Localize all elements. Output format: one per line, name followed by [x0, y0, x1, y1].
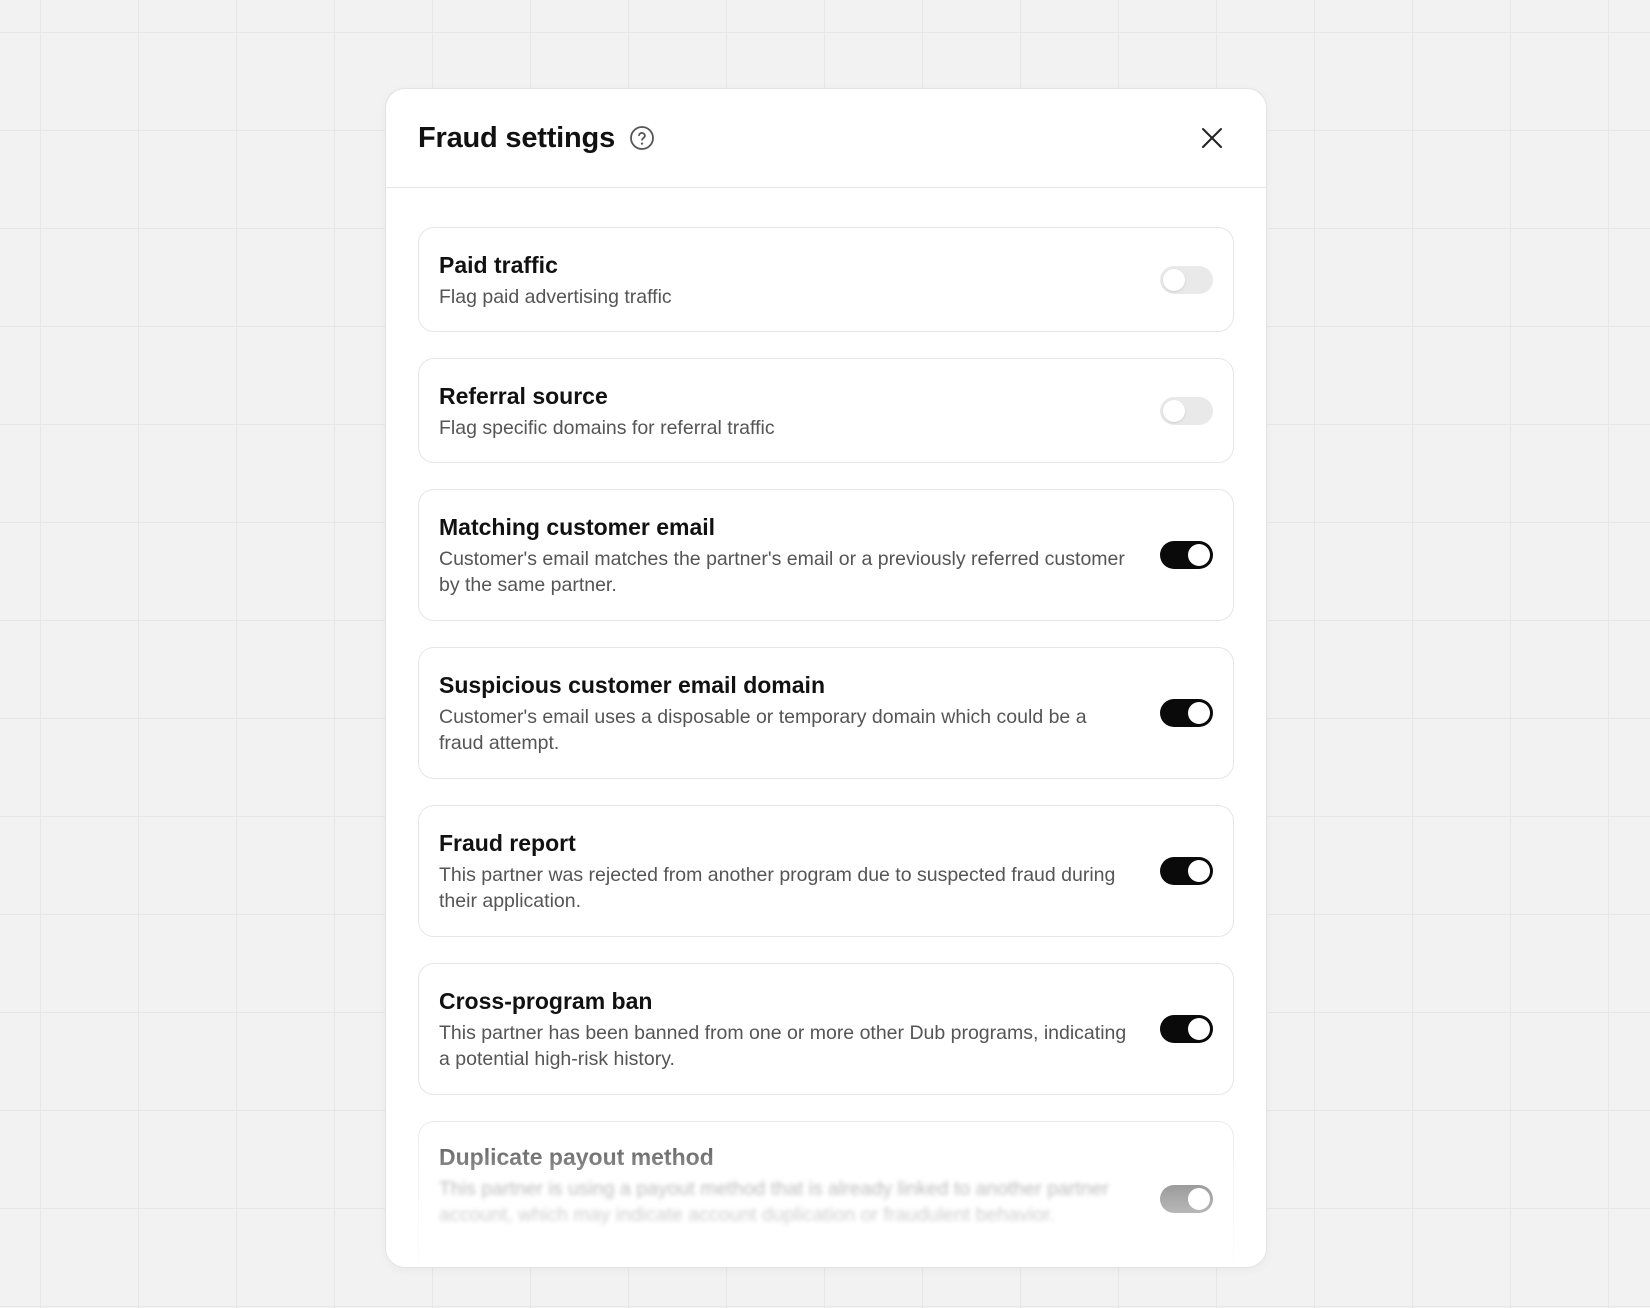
setting-title: Paid traffic — [439, 251, 558, 278]
setting-description: This partner is using a payout method th… — [439, 1178, 1109, 1226]
modal-header: Fraud settings — [386, 89, 1266, 188]
setting-description: Customer's email matches the partner's e… — [439, 548, 1125, 596]
toggle-matching-customer-email[interactable] — [1160, 541, 1213, 569]
setting-card-matching-customer-email: Matching customer email Customer's email… — [418, 489, 1234, 621]
toggle-knob — [1163, 268, 1185, 291]
toggle-paid-traffic[interactable] — [1160, 265, 1213, 294]
toggle-cross-program-ban[interactable] — [1160, 1015, 1213, 1043]
setting-title: Suspicious customer email domain — [439, 672, 825, 698]
fraud-settings-modal: Fraud settings Paid traffic Flag paid ad… — [385, 88, 1267, 1268]
close-button[interactable] — [1196, 122, 1228, 154]
toggle-suspicious-email-domain[interactable] — [1160, 699, 1213, 727]
setting-card-fraud-report: Fraud report This partner was rejected f… — [418, 805, 1234, 937]
toggle-knob — [1188, 702, 1210, 724]
toggle-knob — [1163, 399, 1185, 422]
toggle-knob — [1188, 1018, 1210, 1040]
setting-title: Matching customer email — [439, 514, 716, 540]
setting-description: Customer's email uses a disposable or te… — [439, 706, 1087, 754]
toggle-duplicate-payout-method[interactable] — [1160, 1184, 1213, 1213]
toggle-knob — [1188, 1187, 1210, 1210]
toggle-knob — [1188, 544, 1210, 566]
toggle-knob — [1188, 860, 1210, 882]
setting-description: Flag specific domains for referral traff… — [439, 416, 775, 439]
setting-description: Flag paid advertising traffic — [439, 285, 672, 308]
modal-title: Fraud settings — [418, 121, 615, 154]
setting-card-referral-source: Referral source Flag specific domains fo… — [418, 358, 1234, 463]
setting-card-duplicate-payout-method: Duplicate payout method This partner is … — [418, 1121, 1234, 1267]
question-circle-icon[interactable] — [629, 125, 655, 151]
setting-card-paid-traffic: Paid traffic Flag paid advertising traff… — [418, 227, 1234, 332]
setting-title: Duplicate payout method — [439, 1144, 714, 1170]
setting-card-suspicious-email-domain: Suspicious customer email domain Custome… — [418, 647, 1234, 779]
setting-description: This partner was rejected from another p… — [439, 864, 1116, 912]
toggle-fraud-report[interactable] — [1160, 857, 1213, 885]
close-x-icon — [1202, 128, 1222, 148]
settings-list: Paid traffic Flag paid advertising traff… — [386, 188, 1266, 1267]
setting-title: Cross-program ban — [439, 988, 653, 1014]
setting-card-cross-program-ban: Cross-program ban This partner has been … — [418, 963, 1234, 1095]
setting-description: This partner has been banned from one or… — [439, 1022, 1127, 1070]
setting-title: Referral source — [439, 382, 608, 409]
toggle-referral-source[interactable] — [1160, 396, 1213, 425]
setting-title: Fraud report — [439, 830, 576, 856]
